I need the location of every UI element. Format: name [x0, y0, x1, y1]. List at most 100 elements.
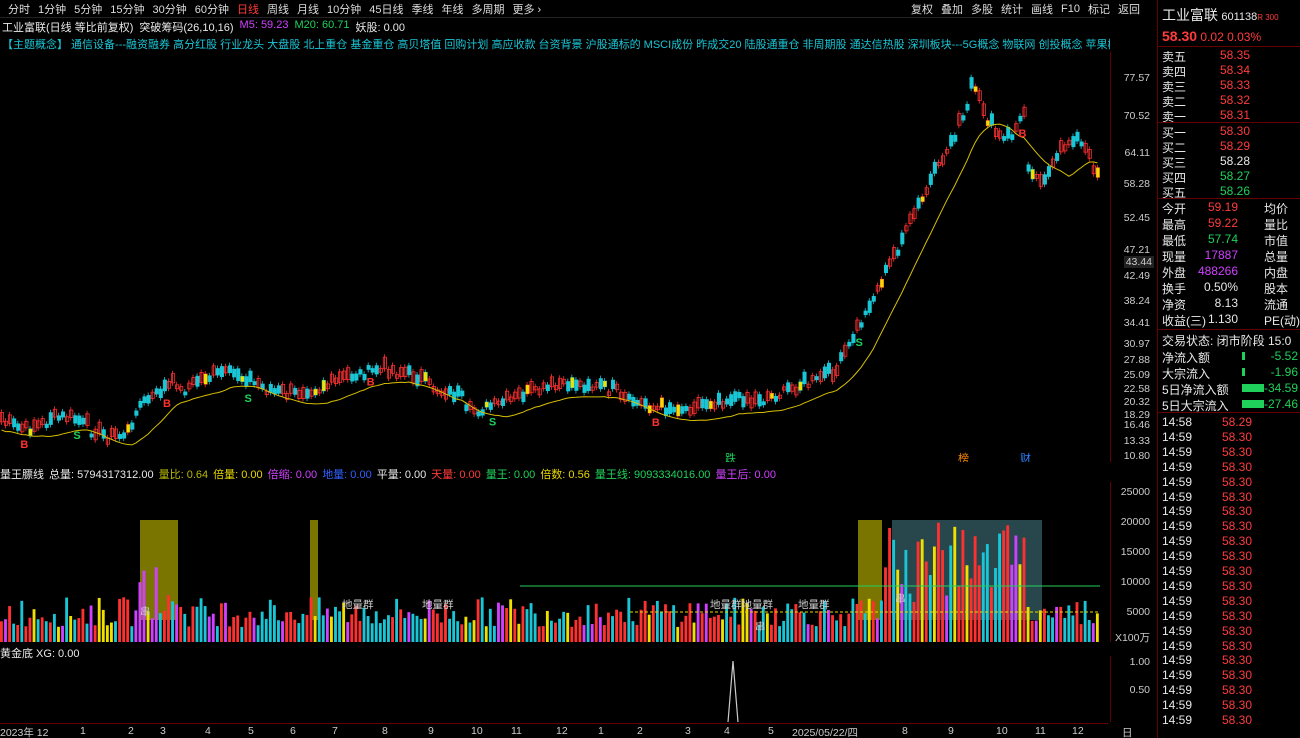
candlestick-chart[interactable]: B S B S B S B S B 跌 榜 财: [0, 52, 1108, 462]
tick-row: 14:59 58.30: [1162, 475, 1300, 490]
volume-bar: [175, 604, 179, 642]
volume-bar: [664, 604, 667, 642]
candle-body: [912, 208, 917, 220]
volume-bar: [692, 622, 696, 642]
bid-price: 58.29: [1220, 139, 1251, 153]
candle-body: [65, 416, 70, 423]
volume-bar: [969, 578, 973, 642]
candle-body: [244, 376, 249, 387]
volume-bar: [358, 620, 362, 642]
tool-2[interactable]: 多股: [971, 1, 993, 17]
volume-bar: [354, 605, 358, 642]
tick-time: 14:59: [1162, 638, 1193, 653]
candle-body: [545, 384, 550, 392]
tab-2[interactable]: 5分钟: [70, 1, 106, 17]
tab-10[interactable]: 45日线: [365, 1, 407, 17]
tool-6[interactable]: 标记: [1088, 1, 1110, 17]
volume-bar: [16, 625, 20, 642]
tab-3[interactable]: 15分钟: [106, 1, 148, 17]
candle-body: [549, 376, 554, 388]
candle-body: [993, 128, 999, 138]
stat-value: 8.13: [1214, 296, 1238, 310]
indicator-name[interactable]: 突破筹码(26,10,16): [139, 19, 233, 34]
volume-bar: [220, 603, 223, 642]
tool-5[interactable]: F10: [1061, 3, 1080, 15]
volume-bar: [680, 621, 684, 642]
candle-body: [773, 395, 779, 402]
date-tick: 11: [1035, 725, 1046, 737]
volume-bar: [281, 621, 284, 642]
candle-body: [374, 365, 379, 375]
concept-line[interactable]: 【主题概念】 通信设备---融资融券 高分红股 行业龙头 大盘股 北上重仓 基金…: [2, 36, 1110, 50]
tool-1[interactable]: 叠加: [941, 1, 963, 17]
stat-label: 今开: [1162, 202, 1187, 216]
gold-tick: 1.00: [1129, 656, 1150, 668]
volume-bar: [627, 597, 631, 642]
tab-13[interactable]: 多周期: [468, 1, 509, 17]
tab-8[interactable]: 月线: [293, 1, 323, 17]
tab-12[interactable]: 年线: [438, 1, 468, 17]
candle-body: [207, 375, 212, 382]
candle-body: [382, 356, 387, 370]
event-mark[interactable]: 跌: [725, 451, 736, 462]
stat-row: 最高 59.22 量比: [1162, 216, 1300, 232]
tab-14[interactable]: 更多 ›: [509, 1, 546, 17]
volume-bar: [871, 600, 875, 642]
tool-7[interactable]: 返回: [1118, 1, 1140, 17]
volume-bar: [264, 618, 268, 642]
volume-bar: [431, 609, 435, 642]
candle-body: [961, 115, 966, 121]
candle-highlight: [660, 397, 664, 408]
tab-5[interactable]: 60分钟: [191, 1, 233, 17]
volume-bar: [1047, 615, 1050, 642]
tab-0[interactable]: 分时: [4, 1, 34, 17]
candle-body: [1002, 136, 1007, 141]
event-mark[interactable]: 榜: [958, 451, 969, 462]
tab-11[interactable]: 季线: [408, 1, 438, 17]
tab-4[interactable]: 30分钟: [149, 1, 191, 17]
volume-bar: [118, 598, 121, 642]
volume-bar: [814, 626, 818, 642]
volume-bar: [973, 536, 977, 642]
tab-1[interactable]: 1分钟: [34, 1, 70, 17]
date-tick: 9: [948, 725, 954, 737]
tool-3[interactable]: 统计: [1001, 1, 1023, 17]
ma20-value: M20: 60.71: [294, 19, 350, 31]
volume-bar: [945, 595, 949, 642]
volume-bar: [855, 603, 859, 642]
volume-bar: [423, 618, 427, 642]
volume-bar: [977, 565, 981, 642]
tab-6[interactable]: 日线: [233, 1, 263, 17]
candle-body: [908, 213, 913, 224]
volume-bar: [114, 621, 117, 642]
volume-bar: [472, 620, 476, 642]
tool-0[interactable]: 复权: [911, 1, 933, 17]
candle-body: [553, 385, 559, 391]
stat-row: 最低 57.74 市值: [1162, 232, 1300, 248]
gold-chart[interactable]: [0, 656, 1108, 722]
tool-4[interactable]: 画线: [1031, 1, 1053, 17]
candle-body: [945, 149, 950, 154]
stock-code: 601138: [1221, 11, 1258, 23]
tick-price: 58.30: [1222, 698, 1253, 713]
vol-label: 地量群: [422, 598, 454, 611]
volume-bar: [831, 615, 834, 642]
candle-highlight: [126, 424, 130, 433]
price-tick: 22.58: [1123, 383, 1150, 395]
event-mark[interactable]: 财: [1020, 451, 1031, 462]
candle-body: [826, 362, 831, 374]
tick-price: 58.30: [1222, 668, 1253, 683]
tab-7[interactable]: 周线: [263, 1, 293, 17]
tab-9[interactable]: 10分钟: [323, 1, 365, 17]
price-tick: 58.28: [1123, 178, 1150, 190]
candle-body: [293, 388, 298, 395]
volume-bar: [981, 552, 985, 642]
price-tick: 38.24: [1123, 295, 1150, 307]
volume-bar: [378, 623, 382, 642]
price-pct: 0.03%: [1227, 30, 1262, 44]
volume-bar: [949, 545, 953, 642]
volume-bar: [558, 618, 561, 642]
volume-bar: [1034, 620, 1038, 642]
volume-chart[interactable]: 地量群 地量群 地量群地量群 地量群串串串: [0, 482, 1108, 642]
candle-body: [61, 411, 66, 418]
